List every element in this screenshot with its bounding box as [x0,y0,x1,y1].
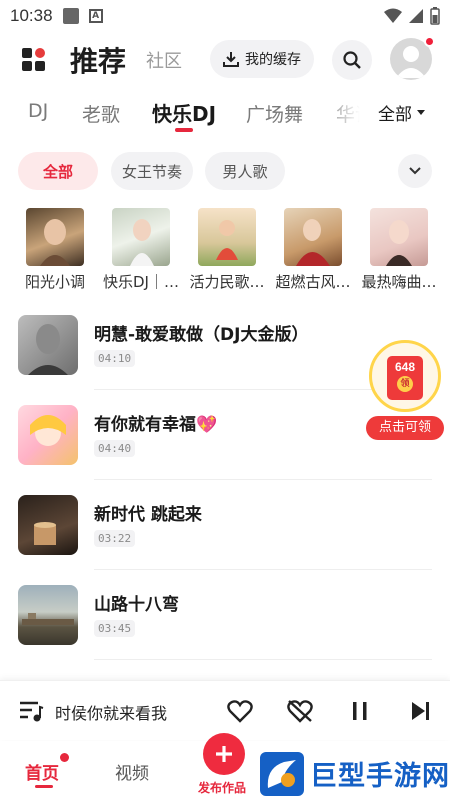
playlist-cover [370,208,428,266]
playlist-cover [284,208,342,266]
chip-mens-songs[interactable]: 男人歌 [205,152,285,190]
my-cache-label: 我的缓存 [245,52,301,68]
red-packet-claim-button[interactable]: 点击可领 [366,416,444,440]
all-categories-label: 全部 [378,105,412,125]
chip-all[interactable]: 全部 [18,152,98,190]
wifi-icon [384,8,402,23]
expand-chips-button[interactable] [398,154,432,188]
chevron-down-icon [409,167,421,175]
all-categories-button[interactable]: 全部 [378,100,426,125]
notification-badge [424,36,435,47]
song-duration: 03:45 [94,620,136,637]
playlist-name: 快乐DJ｜… [103,273,179,291]
list-item[interactable]: 新时代 跳起来 03:22 [0,480,450,570]
watermark-logo-icon [260,751,304,796]
playlist-name: 活力民歌… [189,273,265,291]
playlist-queue-icon[interactable] [18,699,44,723]
song-cover [18,405,78,465]
chip-queen-rhythm[interactable]: 女王节奏 [111,152,193,190]
tab-old-songs[interactable]: 老歌 [82,100,120,127]
nav-video[interactable]: 视频 [115,759,149,784]
tab-square-dance[interactable]: 广场舞 [246,100,303,127]
search-button[interactable] [332,40,372,80]
song-title: 新时代 跳起来 [94,505,202,525]
list-item[interactable]: 山路十八弯 03:45 [0,570,450,660]
header: 推荐 社区 我的缓存 [0,36,450,84]
active-tab-indicator [175,128,193,132]
song-duration: 04:40 [94,440,136,457]
app-logo-icon[interactable] [22,48,46,72]
publish-button[interactable] [203,733,245,775]
page-title[interactable]: 推荐 [70,40,126,80]
next-track-button[interactable] [406,697,434,725]
my-cache-button[interactable]: 我的缓存 [210,40,314,78]
song-cover [18,585,78,645]
home-notification-dot [60,753,69,762]
filter-chips: 全部 女王节奏 男人歌 [0,152,450,192]
category-tabs: DJ 老歌 快乐DJ 广场舞 华语 全部 [0,96,450,132]
playlist-cover [112,208,170,266]
status-time: 10:38 [10,6,53,25]
red-packet-envelope-icon: 648 领 [387,356,423,400]
publish-label[interactable]: 发布作品 [198,779,246,796]
app-notification-icon: A [88,9,103,23]
active-nav-indicator [35,785,53,788]
tab-fade [322,96,376,132]
red-packet-widget[interactable]: 648 领 点击可领 [366,340,444,444]
heart-icon [227,700,253,723]
community-tab[interactable]: 社区 [146,47,182,73]
song-duration: 03:22 [94,530,136,547]
song-cover [18,315,78,375]
plus-icon [216,746,232,762]
status-bar: 10:38 A [0,0,450,32]
pause-icon [353,702,367,720]
like-button[interactable] [226,697,254,725]
red-packet-amount: 648 [394,360,416,374]
notification-icon [62,8,79,24]
watermark-text: 巨型手游网 [310,761,450,792]
song-duration: 04:10 [94,350,136,367]
now-playing-title[interactable]: 时侯你就来看我 [55,700,205,724]
skip-next-icon [412,702,429,720]
divider [94,659,432,660]
mini-player: 时侯你就来看我 [0,680,450,740]
download-icon [223,52,239,67]
song-cover [18,495,78,555]
playlist-name: 阳光小调 [24,273,85,291]
playlist-name: 最热嗨曲… [361,273,437,291]
playlist-item[interactable]: 活力民歌… [184,208,270,292]
playlist-item[interactable]: 快乐DJ｜… [98,208,184,292]
battery-icon [430,7,440,25]
signal-icon [409,9,423,23]
caret-down-icon [417,109,425,115]
playlist-item[interactable]: 最热嗨曲… [356,208,442,292]
song-title: 有你就有幸福💖 [94,415,218,435]
dislike-button[interactable] [286,697,314,725]
playlist-name: 超燃古风… [275,273,351,291]
search-icon [343,51,361,69]
song-title: 山路十八弯 [94,595,179,615]
tab-dj[interactable]: DJ [28,100,48,122]
playlist-cover [26,208,84,266]
site-watermark: 巨型手游网 [258,747,450,800]
pause-button[interactable] [346,697,374,725]
playlist-row: 阳光小调 快乐DJ｜… 活力民歌… 超燃古风… 最热嗨曲… [0,208,450,298]
playlist-item[interactable]: 超燃古风… [270,208,356,292]
playlist-cover [198,208,256,266]
playlist-item[interactable]: 阳光小调 [12,208,98,292]
red-packet-coin: 领 [397,376,413,392]
nav-home[interactable]: 首页 [25,759,59,784]
tab-happy-dj[interactable]: 快乐DJ [152,98,216,127]
broken-heart-icon [287,700,313,723]
song-title: 明慧-敢爱敢做（DJ大金版） [94,325,309,345]
